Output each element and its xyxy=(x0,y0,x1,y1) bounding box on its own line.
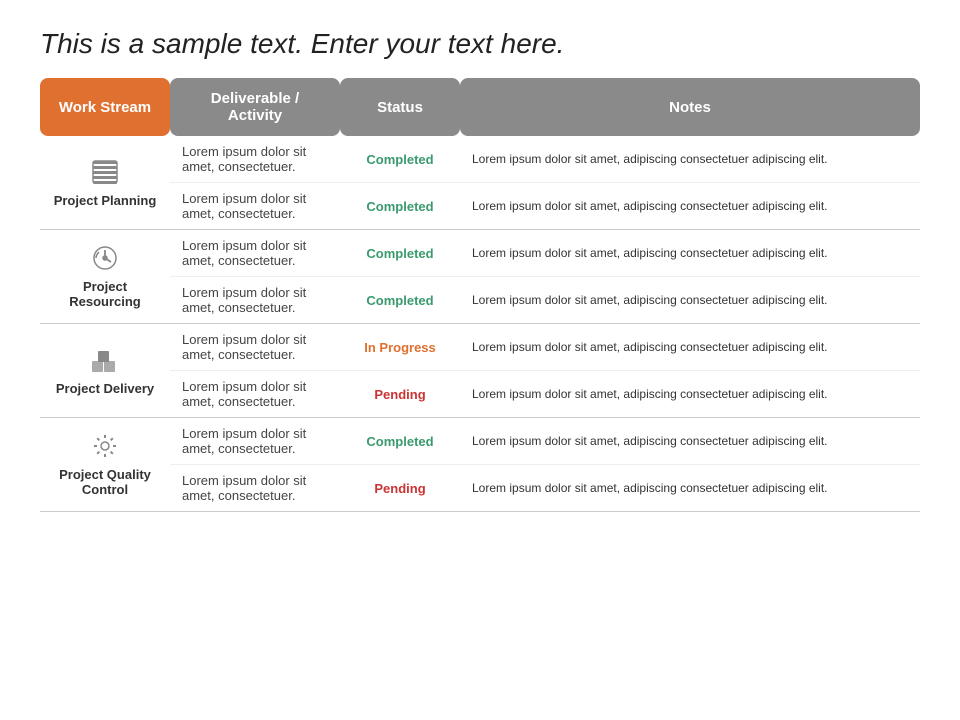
workstream-cell-resourcing: Project Resourcing xyxy=(52,244,158,309)
td-deliverable: Lorem ipsum dolor sit amet, consectetuer… xyxy=(170,418,340,465)
page-title: This is a sample text. Enter your text h… xyxy=(0,0,960,78)
table-row: Project Quality ControlLorem ipsum dolor… xyxy=(40,418,920,465)
td-notes: Lorem ipsum dolor sit amet, adipiscing c… xyxy=(460,277,920,324)
workstream-label-quality: Project Quality Control xyxy=(52,467,158,497)
table-row: Project PlanningLorem ipsum dolor sit am… xyxy=(40,136,920,183)
td-deliverable: Lorem ipsum dolor sit amet, consectetuer… xyxy=(170,324,340,371)
table-row: Lorem ipsum dolor sit amet, consectetuer… xyxy=(40,183,920,230)
gear-icon xyxy=(91,432,119,463)
td-status: Pending xyxy=(340,371,460,418)
td-notes: Lorem ipsum dolor sit amet, adipiscing c… xyxy=(460,183,920,230)
main-table: Work Stream Deliverable / Activity Statu… xyxy=(40,78,920,512)
td-notes: Lorem ipsum dolor sit amet, adipiscing c… xyxy=(460,371,920,418)
td-status: Completed xyxy=(340,277,460,324)
td-workstream-resourcing: Project Resourcing xyxy=(40,230,170,324)
td-deliverable: Lorem ipsum dolor sit amet, consectetuer… xyxy=(170,183,340,230)
boxes-icon xyxy=(91,346,119,377)
col-workstream-header: Work Stream xyxy=(40,78,170,136)
table-row: Project DeliveryLorem ipsum dolor sit am… xyxy=(40,324,920,371)
td-status: In Progress xyxy=(340,324,460,371)
table-row: Lorem ipsum dolor sit amet, consectetuer… xyxy=(40,465,920,512)
workstream-cell-planning: Project Planning xyxy=(52,158,158,208)
td-notes: Lorem ipsum dolor sit amet, adipiscing c… xyxy=(460,324,920,371)
td-notes: Lorem ipsum dolor sit amet, adipiscing c… xyxy=(460,230,920,277)
td-workstream-delivery: Project Delivery xyxy=(40,324,170,418)
table-row: Lorem ipsum dolor sit amet, consectetuer… xyxy=(40,277,920,324)
td-status: Completed xyxy=(340,418,460,465)
td-notes: Lorem ipsum dolor sit amet, adipiscing c… xyxy=(460,418,920,465)
workstream-label-delivery: Project Delivery xyxy=(56,381,154,396)
table-row: Lorem ipsum dolor sit amet, consectetuer… xyxy=(40,371,920,418)
td-status: Completed xyxy=(340,183,460,230)
td-status: Completed xyxy=(340,136,460,183)
td-deliverable: Lorem ipsum dolor sit amet, consectetuer… xyxy=(170,136,340,183)
workstream-label-planning: Project Planning xyxy=(54,193,157,208)
col-deliverable-header: Deliverable / Activity xyxy=(170,78,340,136)
td-workstream-planning: Project Planning xyxy=(40,136,170,230)
table-row: Project ResourcingLorem ipsum dolor sit … xyxy=(40,230,920,277)
td-notes: Lorem ipsum dolor sit amet, adipiscing c… xyxy=(460,136,920,183)
col-notes-header: Notes xyxy=(460,78,920,136)
chart-icon xyxy=(91,244,119,275)
col-status-header: Status xyxy=(340,78,460,136)
workstream-cell-quality: Project Quality Control xyxy=(52,432,158,497)
table-wrapper: Work Stream Deliverable / Activity Statu… xyxy=(0,78,960,512)
td-deliverable: Lorem ipsum dolor sit amet, consectetuer… xyxy=(170,371,340,418)
workstream-label-resourcing: Project Resourcing xyxy=(52,279,158,309)
workstream-cell-delivery: Project Delivery xyxy=(52,346,158,396)
td-deliverable: Lorem ipsum dolor sit amet, consectetuer… xyxy=(170,277,340,324)
header-row: Work Stream Deliverable / Activity Statu… xyxy=(40,78,920,136)
td-notes: Lorem ipsum dolor sit amet, adipiscing c… xyxy=(460,465,920,512)
td-status: Pending xyxy=(340,465,460,512)
td-deliverable: Lorem ipsum dolor sit amet, consectetuer… xyxy=(170,230,340,277)
list-icon xyxy=(91,158,119,189)
td-workstream-quality: Project Quality Control xyxy=(40,418,170,512)
td-status: Completed xyxy=(340,230,460,277)
td-deliverable: Lorem ipsum dolor sit amet, consectetuer… xyxy=(170,465,340,512)
